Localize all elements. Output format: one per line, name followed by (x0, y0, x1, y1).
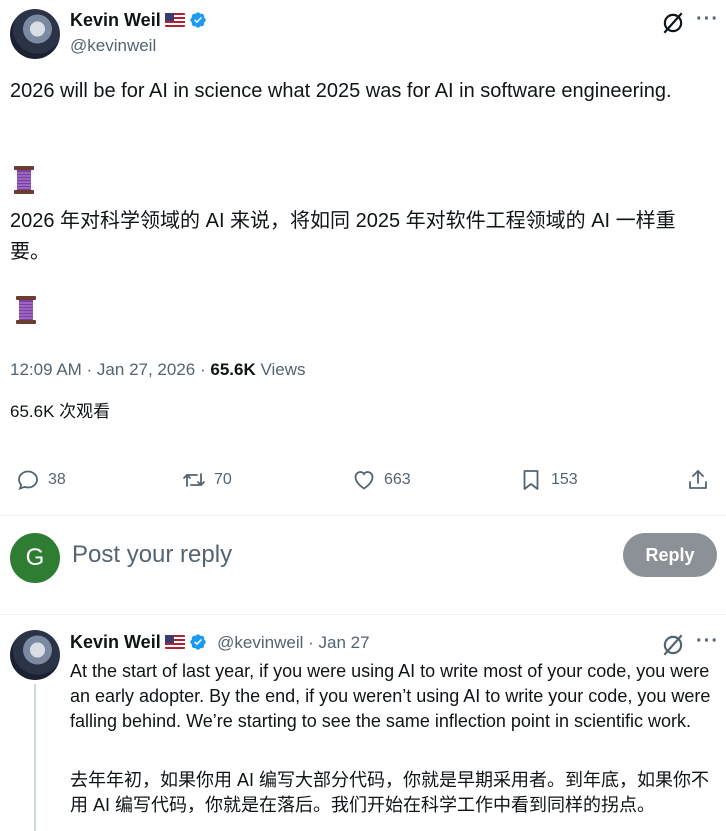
tweet-text-zh: 2026 年对科学领域的 AI 来说，将如同 2025 年对软件工程领域的 AI… (10, 210, 676, 263)
reply-text-zh: 去年年初，如果你用 AI 编写大部分代码，你就是早期采用者。到年底，如果你不用 … (70, 770, 710, 815)
thread-spool-emoji (16, 296, 36, 324)
author-name-row: Kevin Weil (70, 10, 207, 31)
grok-icon[interactable] (660, 632, 686, 658)
thread-spool-emoji (14, 166, 34, 194)
like-count: 663 (384, 471, 411, 488)
verified-badge-icon (190, 634, 206, 650)
reply-action[interactable]: 38 (16, 468, 66, 492)
divider (0, 515, 726, 516)
bookmark-count: 153 (551, 471, 578, 488)
tweet-text-en: 2026 will be for AI in science what 2025… (10, 80, 672, 102)
retweet-count: 70 (214, 471, 232, 488)
views-label: Views (255, 360, 306, 379)
user-avatar[interactable]: G (10, 533, 60, 583)
reply-author-avatar[interactable] (10, 630, 60, 680)
reply-input[interactable]: Post your reply (72, 541, 232, 569)
us-flag-icon (164, 13, 185, 27)
author-handle[interactable]: @kevinweil (70, 36, 156, 56)
reply-text-en: At the start of last year, if you were u… (70, 661, 711, 731)
us-flag-icon (164, 635, 185, 649)
reply-button[interactable]: Reply (623, 533, 717, 577)
reply-author-name[interactable]: Kevin Weil (70, 632, 161, 652)
bookmark-icon (523, 470, 539, 490)
like-action[interactable]: 663 (352, 468, 411, 492)
user-avatar-letter: G (25, 544, 45, 571)
reply-count: 38 (48, 471, 66, 488)
reply-header: Kevin Weil @kevinweil · Jan 27 (70, 632, 370, 653)
reply-author-handle[interactable]: @kevinweil (217, 633, 303, 652)
views-count: 65.6K (210, 360, 256, 379)
share-icon[interactable] (686, 468, 710, 492)
thread-line (34, 684, 36, 831)
grok-icon[interactable] (660, 10, 686, 36)
heart-icon (354, 471, 374, 490)
more-icon[interactable]: ··· (696, 8, 719, 31)
tweet-meta: 12:09 AM · Jan 27, 2026 · 65.6K Views (10, 360, 306, 380)
retweet-action[interactable]: 70 (182, 468, 232, 492)
more-icon[interactable]: ··· (696, 630, 719, 653)
reply-date[interactable]: · Jan 27 (303, 633, 369, 652)
bookmark-action[interactable]: 153 (519, 468, 578, 492)
views-zh: 65.6K 次观看 (10, 402, 111, 421)
retweet-icon (183, 473, 205, 487)
divider (0, 614, 726, 615)
reply-icon (18, 470, 38, 490)
timestamp[interactable]: 12:09 AM · Jan 27, 2026 · (10, 360, 210, 379)
author-name[interactable]: Kevin Weil (70, 10, 161, 30)
author-avatar[interactable] (10, 9, 60, 59)
verified-badge-icon (190, 12, 206, 28)
